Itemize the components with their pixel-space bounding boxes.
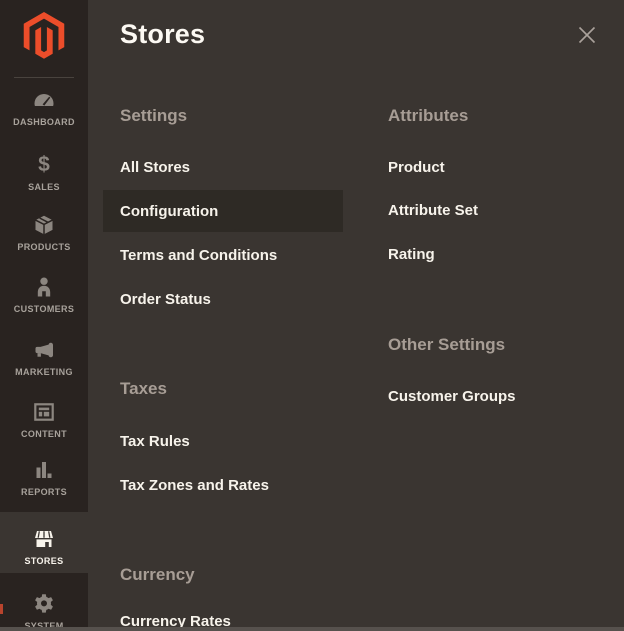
menu-item-tax-zones-and-rates[interactable]: Tax Zones and Rates — [120, 477, 269, 494]
magento-admin-window: DASHBOARD $ SALES PRODUCTS CUSTOMER — [0, 0, 624, 631]
section-heading-settings: Settings — [120, 106, 187, 126]
sidebar-item-marketing[interactable]: MARKETING — [0, 323, 88, 384]
sidebar-item-label: REPORTS — [21, 487, 67, 497]
magento-logo-icon[interactable] — [0, 12, 88, 59]
menu-item-all-stores[interactable]: All Stores — [120, 159, 190, 176]
section-heading-taxes: Taxes — [120, 379, 167, 399]
customers-icon — [32, 275, 56, 299]
menu-item-attribute-set[interactable]: Attribute Set — [388, 202, 478, 219]
sidebar-item-sales[interactable]: $ SALES — [0, 138, 88, 199]
menu-item-terms-and-conditions[interactable]: Terms and Conditions — [120, 247, 277, 264]
sidebar-item-label: MARKETING — [15, 367, 73, 377]
sidebar-item-label: STORES — [25, 556, 64, 566]
menu-item-order-status[interactable]: Order Status — [120, 291, 211, 308]
menu-item-configuration[interactable]: Configuration — [103, 190, 343, 232]
products-icon — [32, 213, 56, 237]
sidebar-item-system[interactable]: SYSTEM — [0, 577, 88, 631]
menu-item-label: Configuration — [120, 203, 218, 220]
sidebar-item-dashboard[interactable]: DASHBOARD — [0, 73, 88, 134]
menu-item-product[interactable]: Product — [388, 159, 445, 176]
marketing-icon — [32, 338, 56, 362]
sidebar-item-products[interactable]: PRODUCTS — [0, 198, 88, 259]
bottom-edge-strip — [0, 627, 624, 631]
dashboard-icon — [32, 88, 56, 112]
sidebar-item-label: CONTENT — [21, 429, 67, 439]
content-icon — [32, 400, 56, 424]
menu-item-rating[interactable]: Rating — [388, 246, 435, 263]
sidebar-nav: DASHBOARD $ SALES PRODUCTS CUSTOMER — [0, 0, 88, 631]
sidebar-item-label: CUSTOMERS — [14, 304, 75, 314]
close-icon[interactable] — [575, 23, 599, 47]
sidebar-item-label: SALES — [28, 182, 60, 192]
sales-icon: $ — [38, 153, 50, 177]
menu-item-tax-rules[interactable]: Tax Rules — [120, 433, 190, 450]
sidebar-item-label: DASHBOARD — [13, 117, 75, 127]
reports-icon — [32, 458, 56, 482]
stores-icon — [32, 527, 56, 551]
stores-flyout-panel: Stores Settings All Stores Configuration… — [88, 0, 624, 631]
page-title: Stores — [120, 19, 205, 50]
sidebar-item-content[interactable]: CONTENT — [0, 385, 88, 446]
menu-item-customer-groups[interactable]: Customer Groups — [388, 388, 516, 405]
section-heading-attributes: Attributes — [388, 106, 468, 126]
sidebar-item-reports[interactable]: REPORTS — [0, 443, 88, 504]
sidebar-item-label: PRODUCTS — [17, 242, 70, 252]
sidebar-item-stores[interactable]: STORES — [0, 512, 88, 573]
section-heading-currency: Currency — [120, 565, 195, 585]
sidebar-item-customers[interactable]: CUSTOMERS — [0, 260, 88, 321]
edge-red-artifact — [0, 604, 3, 614]
system-icon — [32, 592, 56, 616]
section-heading-other-settings: Other Settings — [388, 335, 505, 355]
